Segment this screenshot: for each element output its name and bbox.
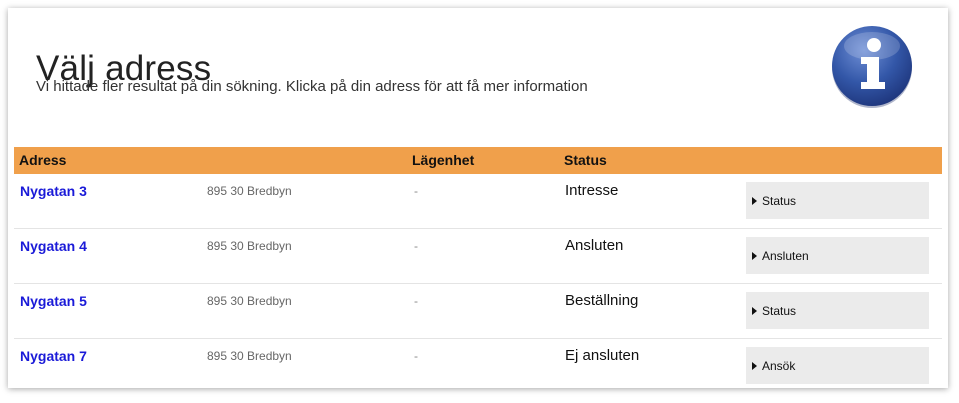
column-header-address: Adress <box>19 152 67 168</box>
address-link[interactable]: Nygatan 3 <box>20 183 87 199</box>
table-row: Nygatan 3 895 30 Bredbyn - Intresse Stat… <box>14 174 942 229</box>
caret-right-icon <box>752 306 757 315</box>
status-value: Ej ansluten <box>565 347 640 364</box>
address-link[interactable]: Nygatan 7 <box>20 348 87 364</box>
table-header: Adress Lägenhet Status <box>14 147 942 174</box>
postal-address: 895 30 Bredbyn <box>207 294 292 308</box>
action-label: Ansluten <box>762 248 809 263</box>
page-subtitle: Vi hittade fler resultat på din sökning.… <box>36 78 588 95</box>
apply-button[interactable]: Ansök <box>746 347 929 384</box>
address-table: Adress Lägenhet Status Nygatan 3 895 30 … <box>14 147 942 393</box>
postal-address: 895 30 Bredbyn <box>207 184 292 198</box>
postal-address: 895 30 Bredbyn <box>207 239 292 253</box>
column-header-status: Status <box>564 152 607 168</box>
action-label: Status <box>762 303 797 318</box>
status-button[interactable]: Status <box>746 182 929 219</box>
connected-button[interactable]: Ansluten <box>746 237 929 274</box>
info-icon <box>832 26 912 108</box>
caret-right-icon <box>752 361 757 370</box>
apartment-value: - <box>414 239 418 253</box>
table-row: Nygatan 5 895 30 Bredbyn - Beställning S… <box>14 284 942 339</box>
address-link[interactable]: Nygatan 5 <box>20 293 87 309</box>
caret-right-icon <box>752 196 757 205</box>
apartment-value: - <box>414 294 418 308</box>
action-label: Ansök <box>762 358 796 373</box>
apartment-value: - <box>414 349 418 363</box>
status-button[interactable]: Status <box>746 292 929 329</box>
table-row: Nygatan 4 895 30 Bredbyn - Ansluten Ansl… <box>14 229 942 284</box>
status-value: Intresse <box>565 182 619 199</box>
status-value: Ansluten <box>565 237 624 254</box>
address-selection-panel: Välj adress Vi hittade fler resultat på … <box>8 8 948 388</box>
postal-address: 895 30 Bredbyn <box>207 349 292 363</box>
apartment-value: - <box>414 184 418 198</box>
action-label: Status <box>762 193 797 208</box>
status-value: Beställning <box>565 292 639 309</box>
column-header-apartment: Lägenhet <box>412 152 475 168</box>
caret-right-icon <box>752 251 757 260</box>
table-row: Nygatan 7 895 30 Bredbyn - Ej ansluten A… <box>14 339 942 393</box>
address-link[interactable]: Nygatan 4 <box>20 238 87 254</box>
